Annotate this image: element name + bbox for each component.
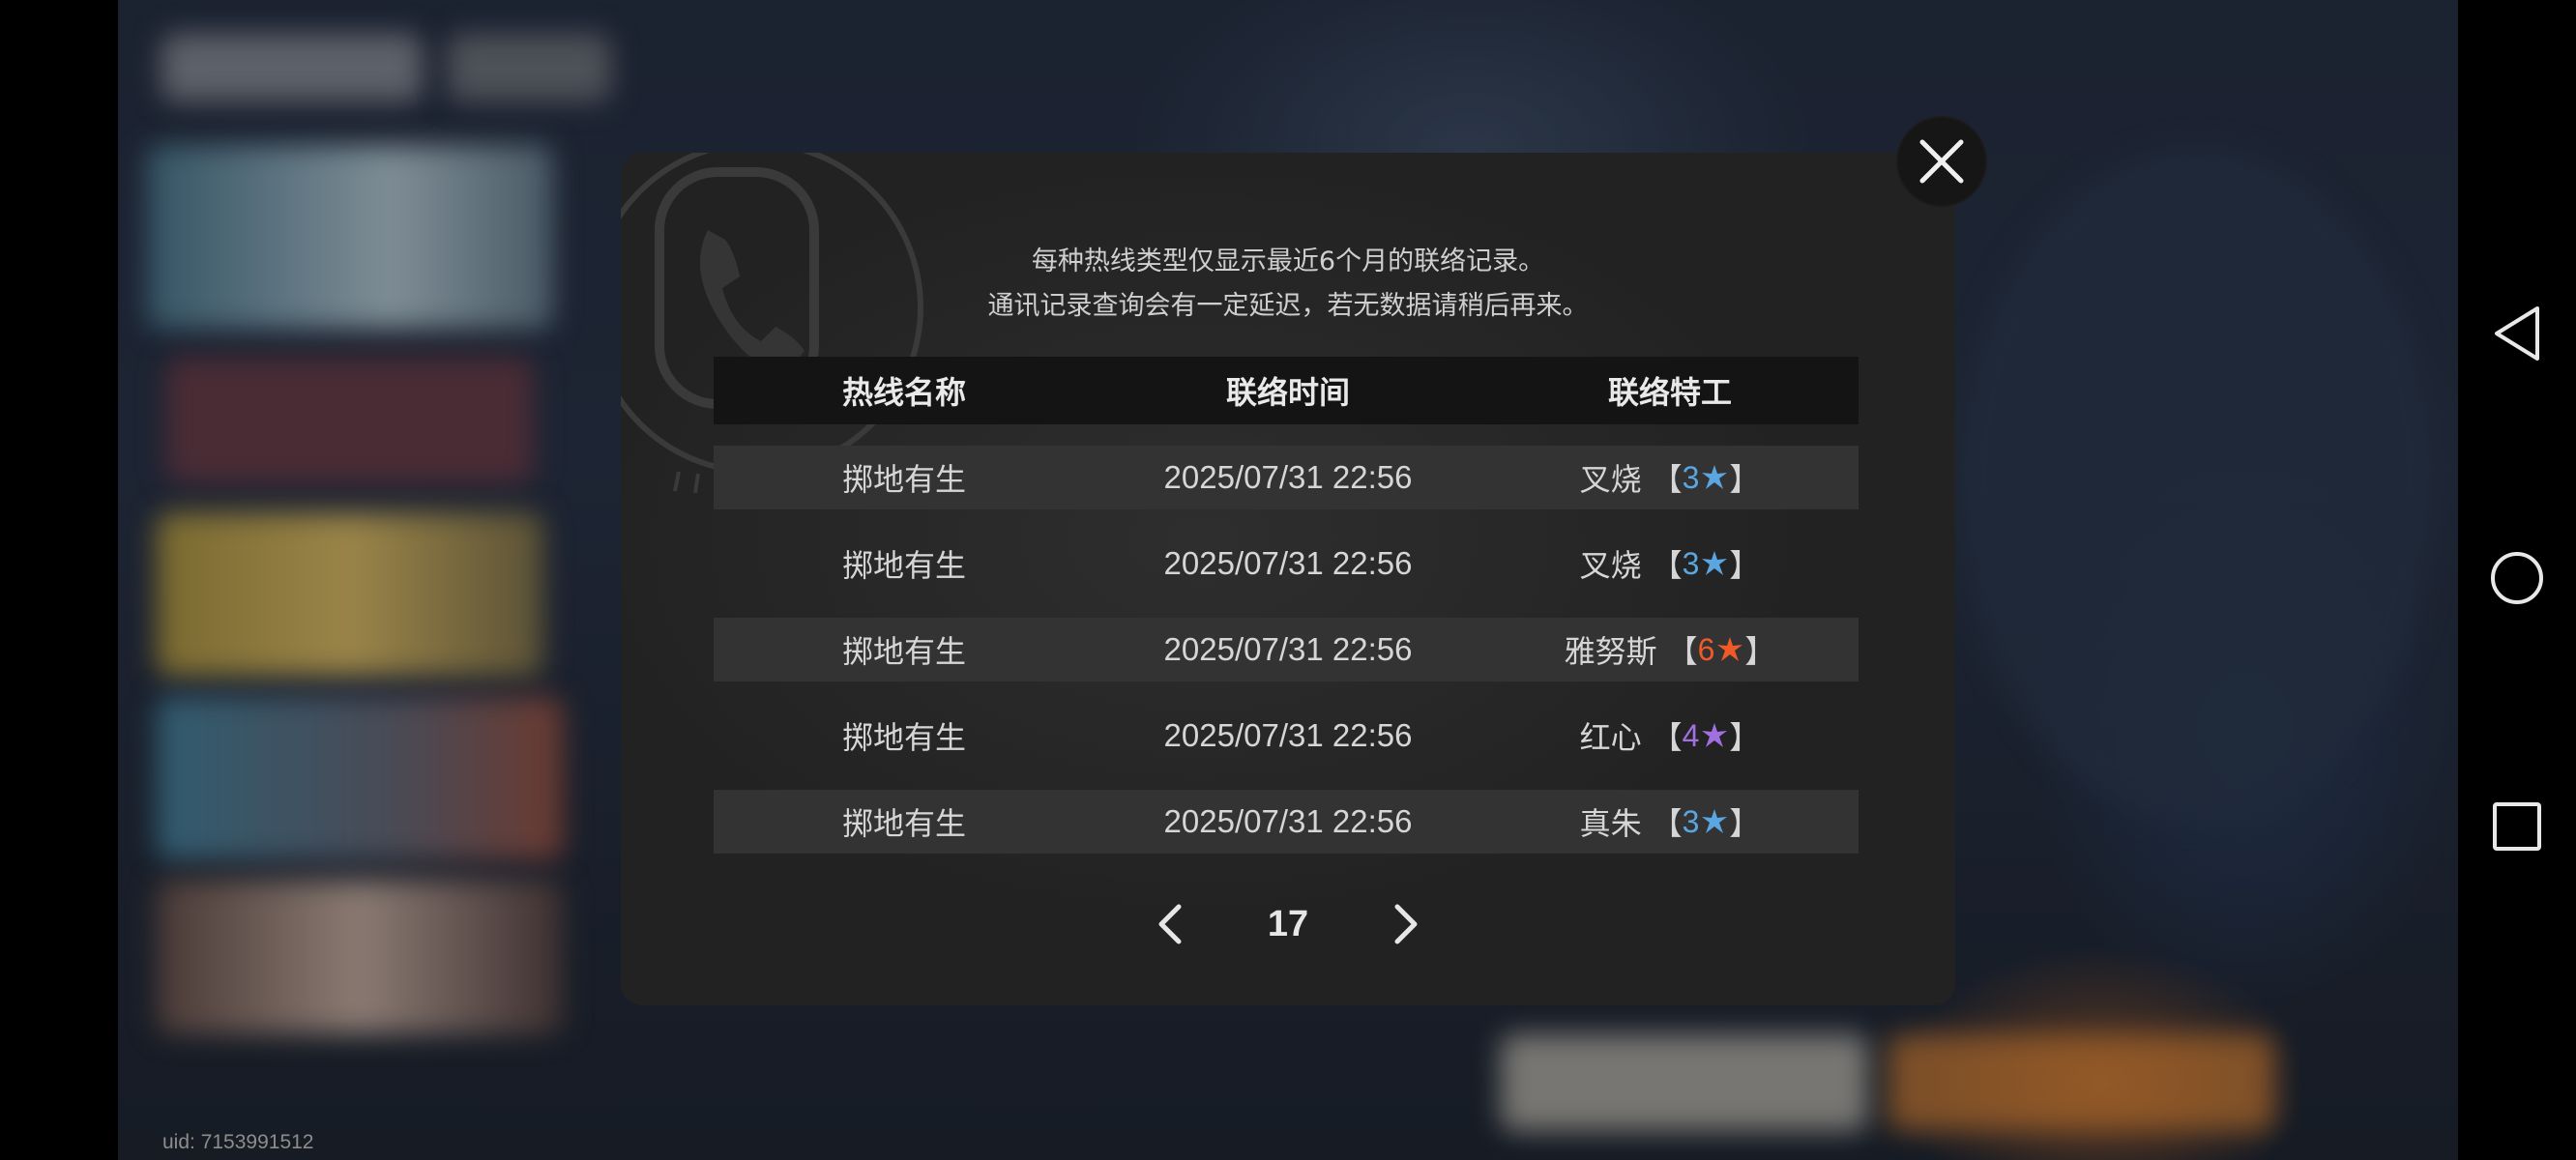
bg-blur-block — [147, 145, 553, 329]
agent-name: 真朱 — [1579, 805, 1642, 842]
bracket-open: 【 — [1666, 633, 1698, 670]
agent-name: 叉烧 — [1579, 461, 1642, 498]
contact-time: 2025/07/31 22:56 — [1163, 717, 1413, 753]
hotline-name: 掷地有生 — [841, 461, 966, 498]
chevron-left-icon — [1158, 904, 1182, 944]
table-header: 热线名称 联络时间 联络特工 — [714, 357, 1859, 424]
bracket-open: 【 — [1651, 805, 1683, 842]
contact-time: 2025/07/31 22:56 — [1163, 545, 1413, 581]
agent-cell: 雅努斯 【 6 】 — [1565, 627, 1776, 672]
bracket-close: 】 — [1729, 719, 1761, 756]
table-row: 掷地有生 2025/07/31 22:56 雅努斯 【 6 】 — [714, 618, 1859, 682]
square-recent-icon — [2493, 802, 2541, 851]
bracket-open: 【 — [1651, 547, 1683, 584]
nav-back-button[interactable] — [2458, 285, 2576, 382]
hotline-name: 掷地有生 — [841, 805, 966, 842]
agent-rank: 4 — [1682, 717, 1700, 753]
table-row: 掷地有生 2025/07/31 22:56 真朱 【 3 】 — [714, 790, 1859, 854]
star-icon — [1702, 809, 1728, 833]
agent-name: 红心 — [1579, 719, 1642, 756]
agent-cell: 叉烧 【 3 】 — [1580, 455, 1761, 500]
circle-home-icon — [2491, 552, 2543, 604]
star-icon — [1702, 723, 1728, 747]
contact-time: 2025/07/31 22:56 — [1163, 459, 1413, 495]
header-contact-time: 联络时间 — [1225, 374, 1350, 411]
table-row: 掷地有生 2025/07/31 22:56 叉烧 【 3 】 — [714, 532, 1859, 595]
contact-agent: 雅努斯 【 6 】 — [1481, 627, 1859, 672]
agent-rank: 3 — [1682, 803, 1700, 839]
bg-blur-block — [447, 34, 611, 102]
notice-line-2: 通讯记录查询会有一定延迟，若无数据请稍后再来。 — [987, 291, 1589, 321]
bg-blur-block — [157, 696, 563, 860]
hotline-name: 掷地有生 — [841, 633, 966, 670]
bracket-close: 】 — [1729, 547, 1761, 584]
bracket-close: 】 — [1729, 461, 1761, 498]
contact-agent: 红心 【 4 】 — [1481, 713, 1859, 758]
table-row: 掷地有生 2025/07/31 22:56 红心 【 4 】 — [714, 704, 1859, 768]
triangle-back-icon — [2495, 306, 2539, 361]
table-row: 掷地有生 2025/07/31 22:56 叉烧 【 3 】 — [714, 446, 1859, 509]
bg-blur-block — [157, 880, 563, 1034]
contact-record-table: 热线名称 联络时间 联络特工 掷地有生 2025/07/31 22:56 叉烧 … — [714, 357, 1859, 854]
agent-rank: 3 — [1682, 545, 1700, 581]
screen: uid: 7153991512 每种热线类型仅显示最近6个月的联络记录。 通讯记… — [0, 0, 2576, 1160]
bg-blur-block — [1888, 1034, 2274, 1131]
header-hotline-name: 热线名称 — [841, 374, 966, 411]
star-icon — [1717, 637, 1743, 661]
agent-cell: 红心 【 4 】 — [1580, 713, 1761, 758]
bracket-close: 】 — [1729, 805, 1761, 842]
system-navigation-bar — [2458, 0, 2576, 1160]
chevron-right-icon — [1394, 904, 1418, 944]
hotline-name: 掷地有生 — [841, 719, 966, 756]
contact-agent: 真朱 【 3 】 — [1481, 799, 1859, 844]
contact-agent: 叉烧 【 3 】 — [1481, 455, 1859, 500]
star-icon — [1702, 551, 1728, 575]
agent-name: 雅努斯 — [1564, 633, 1657, 670]
bg-blur-block — [161, 34, 423, 102]
bracket-open: 【 — [1651, 719, 1683, 756]
close-button[interactable] — [1898, 118, 1985, 205]
uid-label: uid: 7153991512 — [162, 1131, 314, 1153]
contact-time: 2025/07/31 22:56 — [1163, 803, 1413, 839]
pagination: 17 — [621, 895, 1955, 953]
bg-blur-block — [166, 358, 534, 483]
contact-time: 2025/07/31 22:56 — [1163, 631, 1413, 667]
bg-blur-block — [1501, 1034, 1868, 1131]
bracket-close: 】 — [1744, 633, 1776, 670]
notice-text: 每种热线类型仅显示最近6个月的联络记录。 通讯记录查询会有一定延迟，若无数据请稍… — [621, 240, 1955, 329]
notice-line-1: 每种热线类型仅显示最近6个月的联络记录。 — [1031, 246, 1545, 276]
prev-page-button[interactable] — [1143, 897, 1197, 951]
page-number: 17 — [1267, 904, 1309, 944]
bg-blur-block — [1955, 145, 2439, 822]
nav-home-button[interactable] — [2458, 530, 2576, 626]
nav-recent-button[interactable] — [2458, 778, 2576, 875]
bracket-open: 【 — [1651, 461, 1683, 498]
star-icon — [1702, 465, 1728, 489]
contact-agent: 叉烧 【 3 】 — [1481, 541, 1859, 586]
agent-cell: 叉烧 【 3 】 — [1580, 541, 1761, 586]
header-contact-agent: 联络特工 — [1607, 374, 1732, 411]
contact-record-dialog: 每种热线类型仅显示最近6个月的联络记录。 通讯记录查询会有一定延迟，若无数据请稍… — [621, 153, 1955, 1005]
hotline-name: 掷地有生 — [841, 547, 966, 584]
bg-blur-block — [157, 512, 543, 677]
next-page-button[interactable] — [1379, 897, 1433, 951]
agent-rank: 3 — [1682, 459, 1700, 495]
close-icon — [1919, 139, 1964, 184]
agent-name: 叉烧 — [1579, 547, 1642, 584]
agent-rank: 6 — [1697, 631, 1715, 667]
agent-cell: 真朱 【 3 】 — [1580, 799, 1761, 844]
